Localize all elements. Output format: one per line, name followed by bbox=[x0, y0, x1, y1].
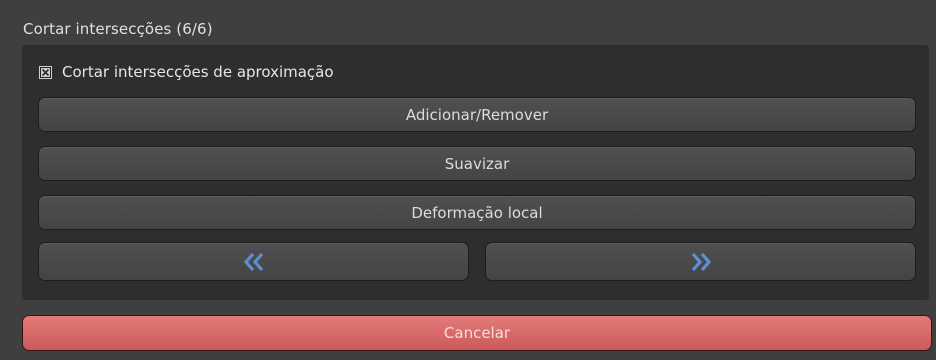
local-deformation-button[interactable]: Deformação local bbox=[38, 195, 916, 230]
checkbox-checked-icon[interactable] bbox=[39, 65, 52, 79]
smooth-label: Suavizar bbox=[444, 154, 510, 173]
next-step-button[interactable] bbox=[485, 242, 916, 281]
cancel-label: Cancelar bbox=[443, 324, 511, 342]
add-remove-label: Adicionar/Remover bbox=[405, 105, 549, 124]
add-remove-button[interactable]: Adicionar/Remover bbox=[38, 97, 916, 132]
cancel-button[interactable]: Cancelar bbox=[22, 315, 932, 351]
double-chevron-right-icon bbox=[691, 252, 711, 271]
cut-approximation-checkbox-row[interactable]: Cortar intersecções de aproximação bbox=[39, 63, 334, 81]
panel-title: Cortar intersecções (6/6) bbox=[23, 20, 213, 38]
smooth-button[interactable]: Suavizar bbox=[38, 146, 916, 181]
double-chevron-left-icon bbox=[243, 252, 263, 271]
checkbox-label: Cortar intersecções de aproximação bbox=[62, 63, 334, 81]
local-deformation-label: Deformação local bbox=[411, 203, 543, 222]
previous-step-button[interactable] bbox=[38, 242, 469, 281]
